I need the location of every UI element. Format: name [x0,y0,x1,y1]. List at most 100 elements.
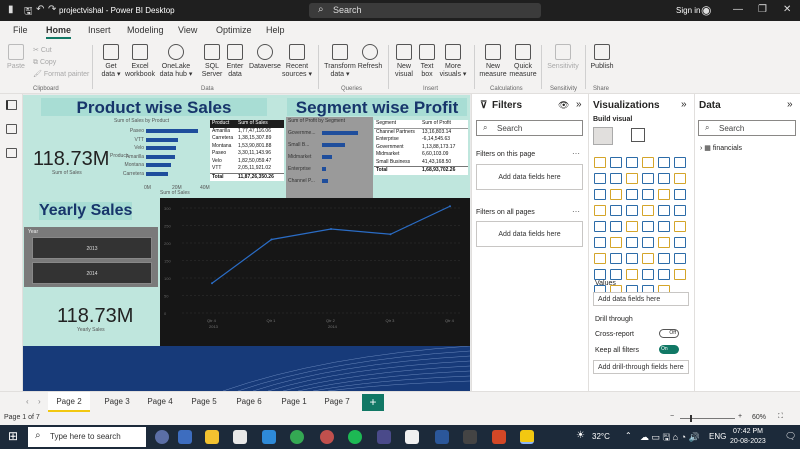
kindle-icon[interactable] [405,430,419,444]
product-bar[interactable] [146,163,171,167]
visual-type-icon[interactable] [626,253,638,264]
visual-type-icon[interactable] [594,189,606,200]
store-icon[interactable] [233,430,247,444]
page-tab[interactable]: Page 5 [185,392,223,412]
undo-icon[interactable]: ↶ [36,4,44,15]
format-painter-button[interactable]: 🖌 Format painter [33,69,89,81]
format-visual-tab-icon[interactable] [631,128,645,142]
search-box[interactable]: ⌕ Search [309,3,541,18]
visual-type-icon[interactable] [594,205,606,216]
segment-table[interactable]: Segment Sum of Profit Channel Partners 13,… [374,120,468,175]
browser-icon[interactable] [320,430,334,444]
segment-bar[interactable] [322,131,358,135]
visual-type-icon[interactable] [610,173,622,184]
visual-type-icon[interactable] [594,221,606,232]
visual-type-icon[interactable] [658,189,670,200]
publish-button[interactable]: Publish [589,44,615,71]
chrome-icon[interactable] [290,430,304,444]
new-measure-button[interactable]: New measure [478,44,508,79]
clock-time[interactable]: 07:42 PM [733,428,763,435]
model-view-icon[interactable] [6,148,17,158]
cortana-icon[interactable] [155,430,169,444]
filters-page-drop-zone[interactable]: Add data fields here [476,164,583,190]
windows-start-icon[interactable]: ⊞ [8,429,18,443]
visual-type-icon[interactable] [594,253,606,264]
sales-line[interactable] [211,205,451,284]
visual-type-icon[interactable] [658,221,670,232]
report-view-icon[interactable] [6,100,17,110]
visual-type-icon[interactable] [674,205,686,216]
visual-type-icon[interactable] [594,173,606,184]
visual-type-icon[interactable] [642,221,654,232]
paste-button[interactable]: Paste [5,44,27,71]
zoom-out-icon[interactable]: − [670,413,674,420]
visual-type-icon[interactable] [658,173,670,184]
visual-type-icon[interactable] [658,237,670,248]
menu-help[interactable]: Help [266,25,285,35]
line-point[interactable] [211,282,213,285]
enter-data-button[interactable]: Enter data [225,44,245,79]
clock-date[interactable]: 20-08-2023 [730,438,766,445]
line-point[interactable] [330,228,332,230]
yearly-line-chart[interactable]: 0 50 100 150 200 250 300 Qtr 4 Qtr 1 Qtr 2 Qtr 3 Qt… [160,198,470,346]
visual-type-icon[interactable] [626,205,638,216]
copy-button[interactable]: ⧉ Copy [33,57,89,69]
visual-type-icon[interactable] [674,173,686,184]
app-icon[interactable] [463,430,477,444]
visual-type-icon[interactable] [674,189,686,200]
filters-all-drop-zone[interactable]: Add data fields here [476,221,583,247]
visual-type-icon[interactable] [610,221,622,232]
transform-data-button[interactable]: Transform data ▾ [323,44,357,79]
quick-measure-button[interactable]: Quick measure [509,44,537,79]
get-data-button[interactable]: Get data ▾ [99,44,123,79]
product-bar[interactable] [146,171,168,176]
product-bar[interactable] [146,154,175,159]
spotify-icon[interactable] [348,430,362,444]
visual-type-icon[interactable] [658,205,670,216]
keep-filters-toggle[interactable]: On [659,345,679,354]
visual-type-icon[interactable] [642,189,654,200]
page-tab[interactable]: Page 4 [140,392,180,412]
cut-button[interactable]: ✂ Cut [33,45,89,57]
add-page-button[interactable]: + [362,394,384,411]
visual-type-icon[interactable] [642,237,654,248]
eye-icon[interactable]: 👁 [558,100,569,111]
visual-type-icon[interactable] [642,253,654,264]
visual-type-icon[interactable] [626,189,638,200]
product-bar[interactable] [146,129,198,133]
more-options-icon[interactable]: ⋯ [572,149,580,158]
language-indicator[interactable]: ENG [709,432,726,441]
menu-home[interactable]: Home [46,25,72,39]
segment-bar[interactable] [322,179,329,183]
visual-type-icon[interactable] [626,237,638,248]
table-view-icon[interactable] [6,124,17,134]
system-tray-icons[interactable]: ☁ ▭ 🖫 ⌂ ◔ 🔊 [640,430,700,446]
line-point[interactable] [389,233,392,236]
visual-type-icon[interactable] [626,269,638,280]
menu-view[interactable]: View [178,25,197,35]
product-table[interactable]: Product Sum of Sales Amarilla 1,77,47,116.… [210,120,284,181]
visual-type-icon[interactable] [594,157,606,168]
cross-report-toggle[interactable]: Off [659,329,679,338]
page-tab[interactable]: Page 1 [275,392,313,412]
restore-icon[interactable]: ❐ [758,4,767,15]
mail-icon[interactable] [262,430,276,444]
menu-optimize[interactable]: Optimize [216,25,252,35]
values-drop-zone[interactable]: Add data fields here [593,292,689,306]
redo-icon[interactable]: ↷ [48,4,56,15]
collapse-data-icon[interactable]: » [787,99,793,110]
next-page-icon[interactable]: › [38,397,41,406]
visual-type-icon[interactable] [658,269,670,280]
new-visual-button[interactable]: New visual [392,44,416,79]
zoom-in-icon[interactable]: + [738,413,742,420]
sensitivity-button[interactable]: Sensitivity [545,44,581,71]
visual-type-icon[interactable] [674,237,686,248]
page-tab[interactable]: Page 2 [48,392,90,412]
drill-drop-zone[interactable]: Add drill-through fields here [593,360,689,374]
zoom-slider-thumb[interactable] [690,415,692,422]
visual-type-icon[interactable] [674,157,686,168]
task-view-icon[interactable] [178,430,192,444]
user-icon[interactable]: ◉ [701,3,711,17]
visual-type-icon[interactable] [642,173,654,184]
visual-type-icon[interactable] [642,157,654,168]
